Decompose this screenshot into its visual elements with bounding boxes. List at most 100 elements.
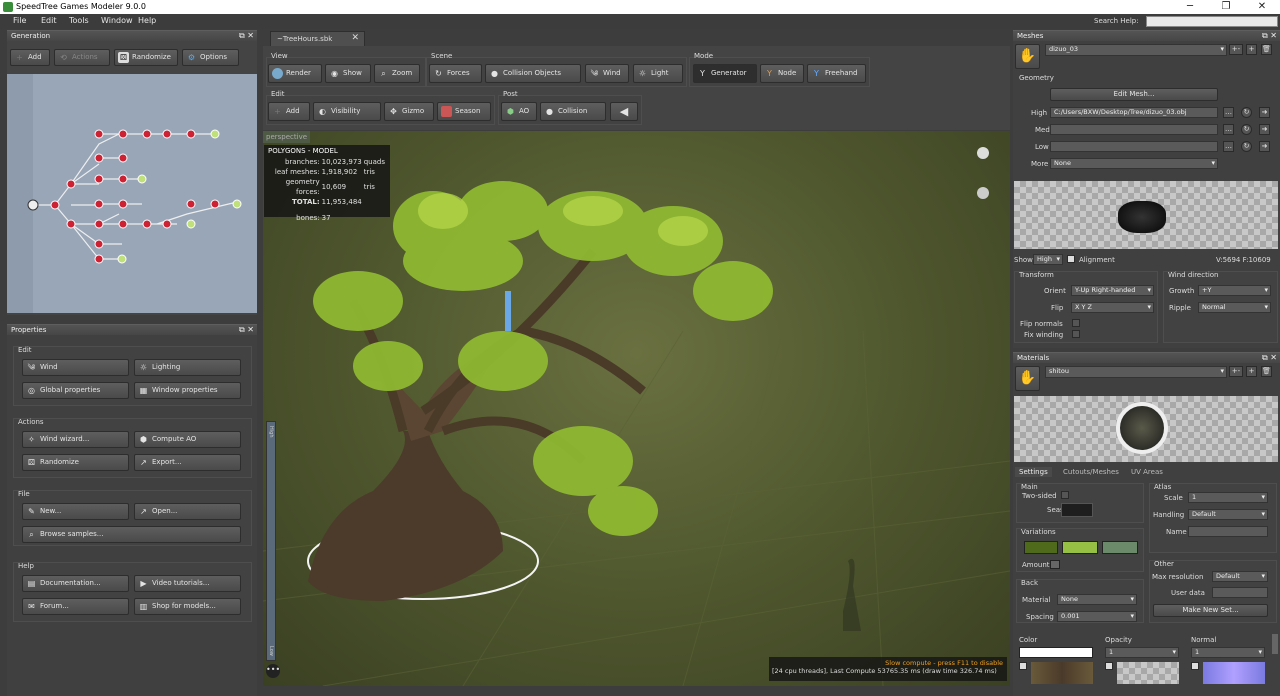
forces-button[interactable]: ↻ Forces [429, 64, 482, 83]
mesh-minus-button[interactable]: +- [1229, 44, 1243, 55]
refresh-med-icon[interactable]: ↻ [1241, 124, 1252, 135]
max-resolution-dropdown[interactable]: Default [1212, 571, 1268, 582]
materials-scrollbar[interactable] [1272, 634, 1278, 654]
flip-normals-checkbox[interactable] [1072, 319, 1080, 327]
maximize-button[interactable]: ❐ [1208, 0, 1244, 14]
edit-add-button[interactable]: + Add [268, 102, 310, 121]
panel-close-icon[interactable]: ⧉ ✕ [1262, 31, 1277, 41]
send-high-icon[interactable]: ➜ [1259, 107, 1270, 118]
tab-settings[interactable]: Settings [1015, 467, 1052, 477]
send-low-icon[interactable]: ➜ [1259, 141, 1270, 152]
freehand-mode-button[interactable]: Y Freehand [807, 64, 866, 83]
flip-dropdown[interactable]: X Y Z [1071, 302, 1154, 313]
refresh-low-icon[interactable]: ↻ [1241, 141, 1252, 152]
spacing-field[interactable]: 0.001 [1057, 611, 1137, 622]
search-help-input[interactable] [1146, 16, 1278, 27]
forum-button[interactable]: ✉ Forum... [22, 598, 129, 615]
arrow-left-button[interactable]: ◀ [610, 102, 638, 121]
amount-slider[interactable] [1050, 560, 1060, 569]
scale-field[interactable]: 1 [1188, 492, 1268, 503]
season-swatch[interactable] [1061, 503, 1093, 517]
tab-uv-areas[interactable]: UV Areas [1127, 467, 1167, 477]
handling-dropdown[interactable]: Default [1188, 509, 1268, 520]
variation-swatch[interactable] [1102, 541, 1138, 554]
mesh-add-button[interactable]: + [1246, 44, 1257, 55]
two-sided-checkbox[interactable] [1061, 491, 1069, 499]
fix-winding-checkbox[interactable] [1072, 330, 1080, 338]
orient-dropdown[interactable]: Y-Up Right-handed [1071, 285, 1154, 296]
window-properties-button[interactable]: ▦ Window properties [134, 382, 241, 399]
normal-map-checkbox[interactable] [1191, 662, 1199, 670]
tab-cutouts-meshes[interactable]: Cutouts/Meshes [1059, 467, 1123, 477]
prop-wind-button[interactable]: ༄ Wind [22, 359, 129, 376]
normal-texture-thumb[interactable] [1203, 662, 1265, 684]
season-button[interactable]: Season [437, 102, 491, 121]
ripple-dropdown[interactable]: Normal [1198, 302, 1271, 313]
show-button[interactable]: ◉ Show [325, 64, 371, 83]
post-collision-button[interactable]: ● Collision [540, 102, 606, 121]
render-button[interactable]: Render [268, 64, 322, 83]
material-delete-button[interactable]: 🗑 [1261, 366, 1272, 377]
material-minus-button[interactable]: +- [1229, 366, 1243, 377]
color-texture-thumb[interactable] [1031, 662, 1093, 684]
lod-slider[interactable]: High Low [266, 421, 276, 661]
opacity-map-checkbox[interactable] [1105, 662, 1113, 670]
documentation-button[interactable]: ▤ Documentation... [22, 575, 129, 592]
browse-high-button[interactable]: … [1223, 107, 1234, 118]
wind-wizard-button[interactable]: ✧ Wind wizard... [22, 431, 129, 448]
randomize-button[interactable]: ⚄ Randomize [22, 454, 129, 471]
collision-objects-button[interactable]: ● Collision Objects [485, 64, 581, 83]
gen-actions-button[interactable]: ⟲ Actions [54, 49, 110, 66]
material-preview[interactable] [1014, 396, 1278, 462]
med-mesh-path[interactable] [1050, 124, 1218, 135]
back-material-dropdown[interactable]: None [1057, 594, 1137, 605]
wind-button[interactable]: ༄ Wind [585, 64, 629, 83]
make-new-set-button[interactable]: Make New Set... [1153, 604, 1268, 617]
close-button[interactable]: ✕ [1244, 0, 1280, 14]
node-mode-button[interactable]: Y Node [760, 64, 804, 83]
browse-med-button[interactable]: … [1223, 124, 1234, 135]
menu-tools[interactable]: Tools [69, 16, 89, 25]
generation-graph[interactable] [7, 74, 257, 313]
menu-window[interactable]: Window [101, 16, 133, 25]
send-med-icon[interactable]: ➜ [1259, 124, 1270, 135]
prop-lighting-button[interactable]: ☼ Lighting [134, 359, 241, 376]
compute-ao-button[interactable]: ⬢ Compute AO [134, 431, 241, 448]
minimize-button[interactable]: ─ [1172, 0, 1208, 14]
alignment-checkbox[interactable] [1067, 255, 1075, 263]
mesh-delete-button[interactable]: 🗑 [1261, 44, 1272, 55]
color-swatch[interactable] [1019, 647, 1093, 658]
new-button[interactable]: ✎ New... [22, 503, 129, 520]
3d-viewport[interactable]: perspective POLYGONS - MODEL branches: 10… [263, 131, 1010, 686]
video-tutorials-button[interactable]: ▶ Video tutorials... [134, 575, 241, 592]
mesh-selector[interactable]: dizuo_03 [1045, 44, 1227, 56]
generator-mode-button[interactable]: Y Generator [693, 64, 757, 83]
edit-mesh-button[interactable]: Edit Mesh... [1050, 88, 1218, 101]
variation-swatch[interactable] [1024, 541, 1058, 554]
growth-dropdown[interactable]: +Y [1198, 285, 1271, 296]
light-button[interactable]: ☼ Light [633, 64, 683, 83]
gen-add-button[interactable]: + Add [10, 49, 50, 66]
panel-close-icon[interactable]: ⧉ ✕ [239, 325, 254, 335]
global-properties-button[interactable]: ◎ Global properties [22, 382, 129, 399]
document-tab[interactable]: ~TreeHours.sbk ✕ [270, 31, 365, 46]
user-data-field[interactable] [1212, 587, 1268, 598]
hand-icon[interactable]: ✋ [1015, 44, 1040, 69]
opacity-field[interactable]: 1 [1105, 647, 1179, 658]
material-add-button[interactable]: + [1246, 366, 1257, 377]
browse-low-button[interactable]: … [1223, 141, 1234, 152]
variation-swatch[interactable] [1062, 541, 1098, 554]
gen-randomize-button[interactable]: ⚄ Randomize [114, 49, 178, 66]
zoom-button[interactable]: ⌕ Zoom [374, 64, 420, 83]
normal-field[interactable]: 1 [1191, 647, 1265, 658]
opacity-texture-thumb[interactable] [1117, 662, 1179, 684]
menu-file[interactable]: File [13, 16, 26, 25]
panel-close-icon[interactable]: ⧉ ✕ [1262, 353, 1277, 363]
menu-help[interactable]: Help [138, 16, 156, 25]
visibility-button[interactable]: ◐ Visibility [313, 102, 381, 121]
browse-samples-button[interactable]: ⌕ Browse samples... [22, 526, 241, 543]
gen-options-button[interactable]: ⚙ Options [182, 49, 239, 66]
mesh-preview[interactable] [1014, 181, 1278, 249]
color-map-checkbox[interactable] [1019, 662, 1027, 670]
hand-icon[interactable]: ✋ [1015, 366, 1040, 391]
